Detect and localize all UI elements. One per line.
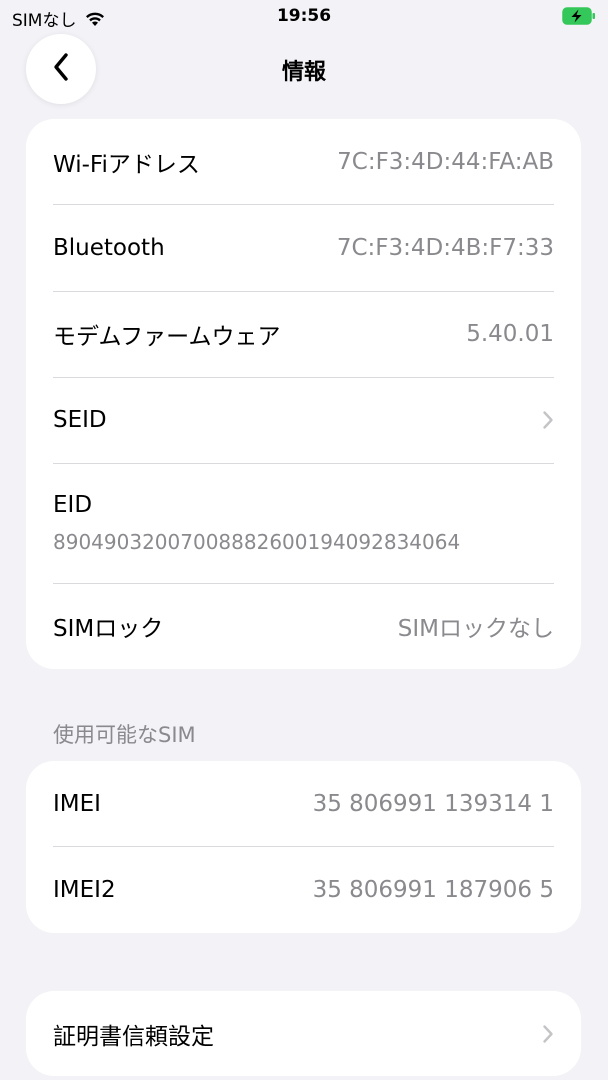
imei-value: 35 806991 139314 1 — [312, 790, 554, 817]
certificate-group: 証明書信頼設定 — [26, 991, 581, 1076]
sim-lock-value: SIMロックなし — [397, 616, 554, 642]
device-info-group: Wi-Fiアドレス 7C:F3:4D:44:FA:AB Bluetooth 7C… — [26, 119, 581, 669]
eid-row[interactable]: EID 89049032007008882600194092834064 — [26, 463, 581, 583]
imei-row[interactable]: IMEI 35 806991 139314 1 — [26, 761, 581, 846]
modem-firmware-label: モデムファームウェア — [53, 324, 281, 350]
modem-firmware-value: 5.40.01 — [466, 321, 554, 347]
sim-lock-label: SIMロック — [53, 616, 164, 642]
imei2-label: IMEI2 — [53, 876, 116, 903]
certificate-trust-settings-label: 証明書信頼設定 — [53, 1023, 214, 1050]
bluetooth-value: 7C:F3:4D:4B:F7:33 — [336, 234, 554, 261]
imei2-value: 35 806991 187906 5 — [312, 876, 554, 903]
eid-value: 89049032007008882600194092834064 — [53, 530, 461, 554]
chevron-right-icon — [542, 410, 554, 430]
imei-label: IMEI — [53, 790, 101, 817]
status-time: 19:56 — [276, 6, 332, 26]
chevron-right-icon — [542, 1024, 554, 1044]
navigation-bar: 情報 — [0, 34, 608, 104]
battery-charging-icon — [562, 7, 596, 25]
wifi-address-label: Wi-Fiアドレス — [53, 151, 200, 178]
certificate-trust-settings-row[interactable]: 証明書信頼設定 — [26, 991, 581, 1076]
bluetooth-row[interactable]: Bluetooth 7C:F3:4D:4B:F7:33 — [26, 204, 581, 291]
sim-lock-row[interactable]: SIMロック SIMロックなし — [26, 583, 581, 669]
imei2-row[interactable]: IMEI2 35 806991 187906 5 — [26, 846, 581, 933]
sim-group: IMEI 35 806991 139314 1 IMEI2 35 806991 … — [26, 761, 581, 933]
wifi-address-row[interactable]: Wi-Fiアドレス 7C:F3:4D:44:FA:AB — [26, 119, 581, 204]
status-bar: SIMなし 19:56 — [0, 0, 608, 34]
eid-label: EID — [53, 492, 93, 518]
seid-row[interactable]: SEID — [26, 377, 581, 463]
page-title: 情報 — [281, 60, 326, 85]
available-sim-header: 使用可能なSIM — [53, 723, 196, 747]
wifi-address-value: 7C:F3:4D:44:FA:AB — [337, 148, 554, 175]
modem-firmware-row[interactable]: モデムファームウェア 5.40.01 — [26, 291, 581, 377]
seid-label: SEID — [53, 407, 107, 433]
bluetooth-label: Bluetooth — [53, 234, 165, 261]
